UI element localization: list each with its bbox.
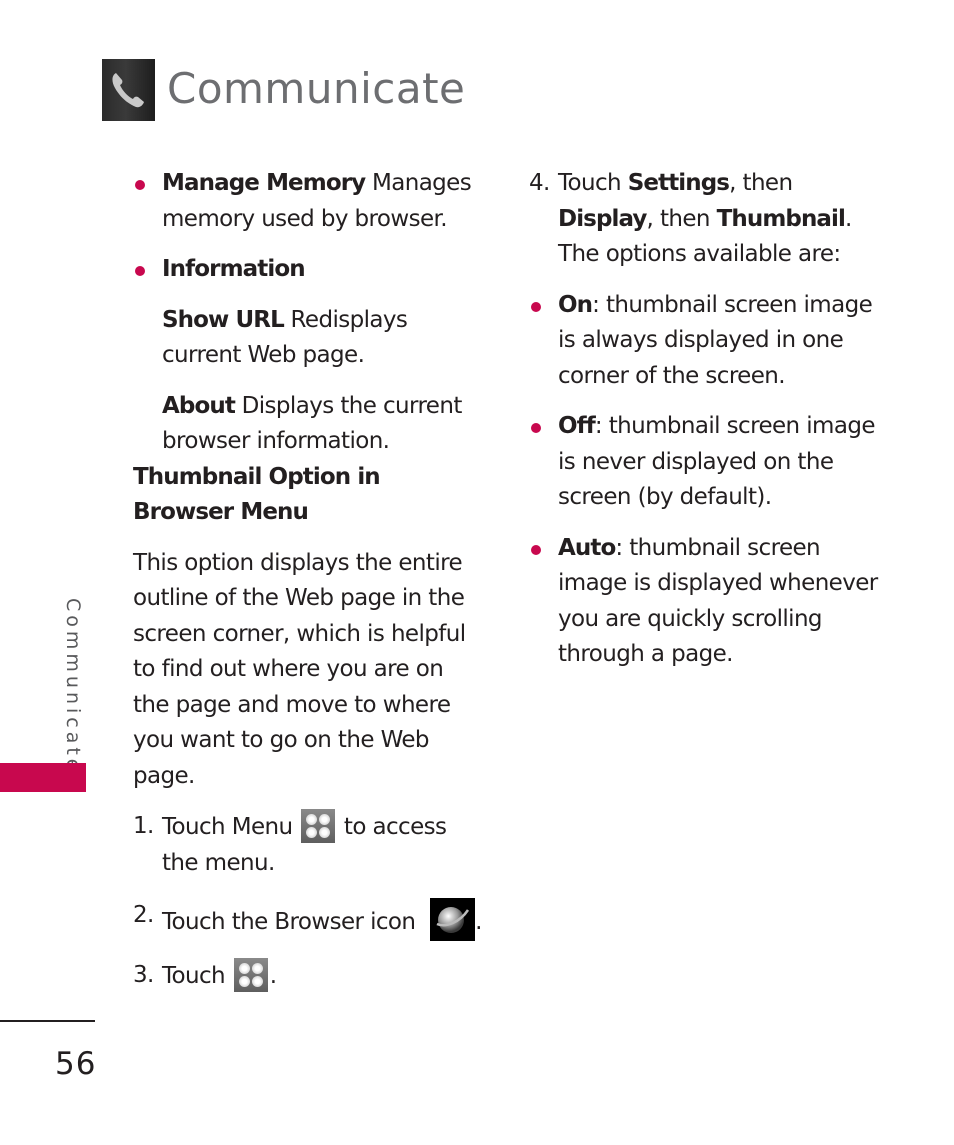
term-information: Information xyxy=(162,256,306,282)
option-information: Information xyxy=(133,252,483,288)
footer-rule xyxy=(0,1020,95,1022)
step-2: 2. Touch the Browser icon . xyxy=(133,898,483,941)
step-text: Touch xyxy=(162,963,232,989)
page-title: Communicate xyxy=(167,64,466,113)
right-column: 4. Touch Settings, then Display, then Thu… xyxy=(529,166,889,673)
desc-off: : thumbnail screen image is never displa… xyxy=(558,413,875,510)
option-manage-memory: Manage Memory Manages memory used by bro… xyxy=(133,166,483,237)
browser-globe-icon xyxy=(430,898,476,941)
option-on: On: thumbnail screen image is always dis… xyxy=(529,288,889,395)
option-show-url: Show URL Redisplays current Web page. xyxy=(133,303,483,374)
term-show-url: Show URL xyxy=(162,306,285,333)
term-thumbnail: Thumbnail xyxy=(716,205,846,232)
desc-on: : thumbnail screen image is always displ… xyxy=(558,291,873,389)
intro-paragraph: This option displays the entire outline … xyxy=(133,549,466,789)
term-on: On xyxy=(558,291,593,318)
option-auto: Auto: thumbnail screen image is displaye… xyxy=(529,531,889,673)
step-text: . xyxy=(475,909,482,935)
step-number: 3. xyxy=(133,962,154,988)
term-manage-memory: Manage Memory xyxy=(162,170,366,196)
term-off: Off xyxy=(558,413,596,439)
step-text: Touch xyxy=(558,170,628,196)
left-column: Manage Memory Manages memory used by bro… xyxy=(133,166,483,995)
step-text: . xyxy=(269,963,277,989)
step-text: Touch the Browser icon xyxy=(162,909,423,935)
side-section-tab xyxy=(0,763,86,792)
phone-handset-icon xyxy=(102,59,155,121)
step-text: , then xyxy=(646,205,717,232)
step-number: 4. xyxy=(529,170,550,196)
step-1: 1. Touch Menu to access the menu. xyxy=(133,809,483,881)
step-text: Touch Menu xyxy=(162,814,300,840)
menu-grid-icon xyxy=(301,809,336,843)
step-number: 1. xyxy=(133,813,154,839)
term-display: Display xyxy=(558,205,647,232)
term-settings: Settings xyxy=(627,170,730,196)
term-auto: Auto xyxy=(558,534,616,561)
option-about: About Displays the current browser infor… xyxy=(133,389,483,460)
step-4: 4. Touch Settings, then Display, then Thu… xyxy=(529,166,889,273)
section-heading: Thumbnail Option in Browser Menu xyxy=(133,463,381,526)
page-number: 56 xyxy=(55,1046,97,1082)
option-off: Off: thumbnail screen image is never dis… xyxy=(529,409,889,516)
term-about: About xyxy=(162,392,236,419)
menu-grid-icon xyxy=(233,958,268,992)
step-text: , then xyxy=(729,170,793,196)
step-3: 3. Touch . xyxy=(133,958,483,995)
step-number: 2. xyxy=(133,902,154,928)
side-section-label: Communicate xyxy=(62,598,84,775)
